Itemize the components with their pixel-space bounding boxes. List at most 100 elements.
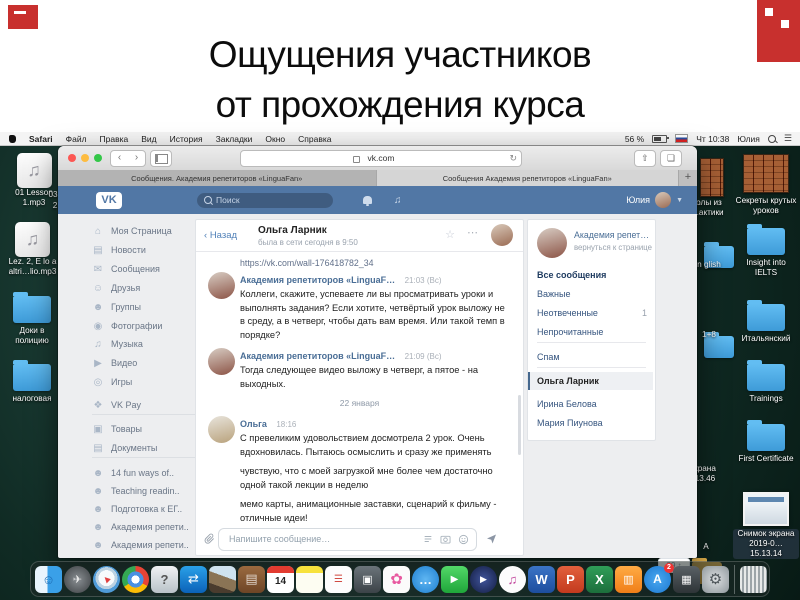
menu-item-help[interactable]: Справка [298, 134, 331, 144]
powerpoint-icon[interactable]: P [557, 566, 584, 593]
sidebar-item-photos[interactable]: ◉Фотографии [92, 319, 162, 333]
help-icon[interactable]: ? [151, 566, 178, 593]
smiley-icon[interactable] [458, 534, 469, 545]
calendar-icon[interactable]: 14 [267, 566, 294, 593]
new-tab-button[interactable]: + [679, 170, 697, 186]
list-icon[interactable] [423, 534, 433, 544]
sidebar-item-games[interactable]: ◎Игры [92, 375, 132, 389]
menu-item-bookmarks[interactable]: Закладки [216, 134, 253, 144]
chat-peer-name[interactable]: Ольга Ларник [258, 225, 327, 236]
close-window-button[interactable] [68, 154, 76, 162]
favorite-star-icon[interactable]: ☆ [445, 228, 455, 241]
word-icon[interactable]: W [528, 566, 555, 593]
reminders-icon[interactable]: ☰ [325, 566, 352, 593]
dvd-player-icon[interactable]: ▶ [470, 566, 497, 593]
desktop-icon-folder-police[interactable]: Доки в полицию [8, 292, 56, 346]
nav-buttons[interactable]: ‹› [110, 150, 146, 167]
menu-item-file[interactable]: Файл [66, 134, 87, 144]
sidebar-item-market[interactable]: ▣Товары [92, 422, 142, 436]
notifications-bell-icon[interactable] [363, 196, 372, 204]
music-icon[interactable]: ♫ [394, 195, 402, 206]
sidebar-item-messages[interactable]: ✉Сообщения [92, 262, 160, 276]
desktop-icon-italian[interactable]: Итальянский [735, 300, 797, 344]
clipped-image-icon[interactable] [700, 158, 724, 197]
message-avatar[interactable] [208, 272, 235, 299]
teamviewer-icon[interactable]: ⇄ [180, 566, 207, 593]
sidebar-button[interactable] [150, 150, 172, 167]
zoom-window-button[interactable] [94, 154, 102, 162]
message-link[interactable]: https://vk.com/wall-176418782_34 [240, 258, 374, 268]
send-icon[interactable] [485, 533, 498, 545]
desktop-icon-mp3-2[interactable]: ♫ Lez. 2, E lo a altri…lio.mp3 [5, 222, 60, 277]
battery-icon[interactable] [652, 135, 667, 143]
preview-icon[interactable] [209, 566, 236, 593]
address-bar[interactable]: vk.com ↻ [240, 150, 522, 167]
message-avatar[interactable] [208, 416, 235, 443]
vk-search-field[interactable]: Поиск [197, 193, 333, 208]
notification-center-icon[interactable]: ☰ [784, 133, 792, 144]
filter-unanswered[interactable]: Неотвеченные1 [537, 306, 647, 320]
desktop-icon-screenshot[interactable]: Снимок экрана 2019-0…15.13.14 [733, 492, 799, 559]
group-name[interactable]: Академия репетиторо… [574, 230, 652, 240]
browser-tab-2[interactable]: Сообщения Академия репетиторов «LinguaFa… [377, 170, 680, 186]
launchpad-icon[interactable]: ✈ [64, 566, 91, 593]
vk-logo[interactable]: VK [96, 192, 122, 209]
sidebar-item-video[interactable]: ▶Видео [92, 356, 137, 370]
contacts-icon[interactable]: ▤ [238, 566, 265, 593]
message-avatar[interactable] [208, 348, 235, 375]
spotlight-icon[interactable] [768, 135, 776, 143]
desktop-icon-ielts[interactable]: Insight into IELTS [735, 224, 797, 278]
sidebar-item-music[interactable]: ♫Музыка [92, 337, 143, 351]
sidebar-item-my-page[interactable]: ⌂Моя Страница [92, 224, 172, 238]
dialog-item-olga-larnik[interactable]: Ольга Ларник [528, 372, 653, 390]
sidebar-item-groups[interactable]: ☻Группы [92, 300, 141, 314]
facetime-icon[interactable]: ▶ [441, 566, 468, 593]
menu-item-history[interactable]: История [170, 134, 203, 144]
browser-tab-1[interactable]: Сообщения. Академия репетиторов «LinguaF… [58, 170, 377, 186]
back-button[interactable]: ‹ [111, 151, 128, 166]
excel-icon[interactable]: X [586, 566, 613, 593]
sidebar-item-news[interactable]: ▤Новости [92, 243, 146, 257]
camera-icon[interactable] [440, 534, 451, 544]
apple-menu-icon[interactable] [9, 135, 16, 143]
window-titlebar[interactable]: ‹› vk.com ↻ ⇧ ❏ [58, 146, 697, 171]
chat-scrollbar[interactable] [518, 395, 521, 455]
chat-peer-avatar[interactable] [491, 224, 513, 246]
app-store-icon[interactable]: A2 [644, 566, 671, 593]
ibooks-icon[interactable]: ▥ [615, 566, 642, 593]
dialog-item-irina-belova[interactable]: Ирина Белова [537, 397, 647, 411]
trash-icon[interactable] [740, 566, 767, 593]
filter-all-messages[interactable]: Все сообщения [537, 268, 647, 282]
sidebar-group-link-2[interactable]: ☻Teaching readin.. [92, 484, 180, 498]
sidebar-item-documents[interactable]: ▤Документы [92, 441, 157, 455]
menu-item-window[interactable]: Окно [265, 134, 285, 144]
desktop-icon-secrets[interactable]: Секреты крутых уроков [735, 154, 797, 216]
group-return-link[interactable]: вернуться к странице [574, 243, 652, 252]
minimize-window-button[interactable] [81, 154, 89, 162]
back-button[interactable]: ‹ Назад [204, 230, 237, 241]
scanner-icon[interactable]: ▦ [673, 566, 700, 593]
sidebar-group-link-3[interactable]: ☻Подготовка к ЕГ.. [92, 502, 182, 516]
filter-unread[interactable]: Непрочитанные [537, 325, 647, 339]
sidebar-group-link-1[interactable]: ☻14 fun ways of.. [92, 466, 174, 480]
chrome-icon[interactable] [122, 566, 149, 593]
filter-spam[interactable]: Спам [537, 350, 647, 364]
notes-icon[interactable] [296, 566, 323, 593]
sidebar-group-link-4[interactable]: ☻Академия репети.. [92, 520, 189, 534]
message-sender[interactable]: Академия репетиторов «LinguaF… [240, 275, 395, 285]
keyboard-flag-icon[interactable] [675, 134, 688, 143]
photos-icon[interactable]: ✿ [383, 566, 410, 593]
image-capture-icon[interactable]: ▣ [354, 566, 381, 593]
itunes-icon[interactable]: ♫ [499, 566, 526, 593]
message-input[interactable]: Напишите сообщение… [218, 528, 477, 551]
finder-icon[interactable]: ☺ [35, 566, 62, 593]
message-sender[interactable]: Академия репетиторов «LinguaF… [240, 351, 395, 361]
sidebar-item-friends[interactable]: ☺Друзья [92, 281, 140, 295]
attach-paperclip-icon[interactable] [204, 533, 215, 544]
share-button[interactable]: ⇧ [634, 150, 656, 167]
vk-user-menu[interactable]: Юлия ▼ [626, 192, 683, 208]
menu-item-view[interactable]: Вид [141, 134, 156, 144]
system-preferences-icon[interactable]: ⚙ [702, 566, 729, 593]
menu-item-edit[interactable]: Правка [100, 134, 129, 144]
dialog-item-maria-piunova[interactable]: Мария Пиунова [537, 416, 647, 430]
